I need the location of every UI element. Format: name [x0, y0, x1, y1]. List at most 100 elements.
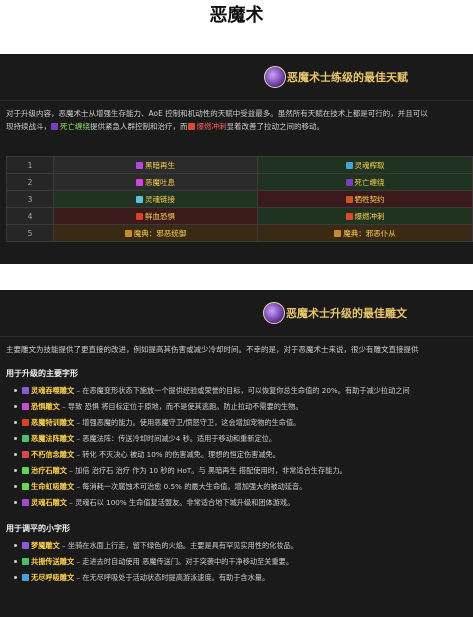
- list-item: 治疗石雕文 – 加倍 治疗石 治疗 作为 10 秒的 HoT。与 黑暗再生 搭配…: [6, 463, 473, 479]
- talents-panel: 恶魔术士练级的最佳天赋 对于升级内容，恶魔术士从增强生存能力、AoE 控制和机动…: [0, 54, 473, 264]
- talent-level: 4: [6, 207, 54, 225]
- talents-intro-line1: 对于升级内容，恶魔术士从增强生存能力、AoE 控制和机动性的天赋中受益最多。虽然…: [6, 109, 428, 118]
- warlock-emblem-icon: [263, 302, 285, 324]
- grimoire-icon: [334, 229, 342, 237]
- glyph-name[interactable]: 无尽呼吸雕文: [31, 573, 74, 582]
- list-item: 共振传送雕文 – 走进去时自动使用 恶魔传送门。对于突袭中的干净移动至关重要。: [6, 554, 473, 570]
- glyph-desc: – 走进去时自动使用 恶魔传送门。对于突袭中的干净移动至关重要。: [74, 557, 294, 566]
- bullet-icon: [14, 437, 17, 440]
- intro-text: 提供紧急人群控制和治疗，而: [90, 122, 188, 131]
- talent-row: 4 鲜血恐惧 爆燃冲刺: [6, 207, 473, 225]
- soul-leech-icon: [345, 161, 353, 169]
- talent-table: 1 黑暗再生 灵魂榨取 2 恶魔吐息 死亡缠绕 3 灵魂链接 牺牲契约 4 鲜血…: [6, 156, 473, 242]
- glyphs-header: 恶魔术士升级的最佳雕文: [0, 290, 473, 337]
- warlock-emblem-icon: [264, 66, 286, 88]
- glyph-icon: [22, 574, 29, 581]
- glyph-name[interactable]: 灵魂吞噬雕文: [31, 386, 74, 395]
- list-item: 梦魇雕文 – 坐骑在水面上行走，留下绿色的火焰。主要是具有罕见实用性的化妆品。: [6, 538, 473, 554]
- talent-row: 2 恶魔吐息 死亡缠绕: [6, 173, 473, 191]
- glyph-icon: [22, 403, 29, 410]
- major-glyphs-heading: 用于升级的主要字形: [6, 369, 78, 378]
- bullet-icon: [14, 389, 17, 392]
- list-item: 恶魔特训雕文 – 增强恶魔的能力。使用恶魔守卫/愤怒守卫，这会增加宠物的生命值。: [6, 415, 473, 431]
- talents-header: 恶魔术士练级的最佳天赋: [0, 54, 473, 101]
- talent-row: 1 黑暗再生 灵魂榨取: [6, 156, 473, 174]
- talent-left[interactable]: 灵魂链接: [53, 190, 258, 208]
- talent-name: 牺牲契约: [354, 194, 385, 204]
- talent-right[interactable]: 牺牲契约: [257, 190, 473, 208]
- mortal-coil-icon: [345, 178, 353, 186]
- glyph-desc: – 在无尽呼吸处于活动状态时提高游泳速度。有助于含水量。: [74, 573, 270, 582]
- glyph-icon: [22, 542, 29, 549]
- glyphs-intro: 主要雕文为技能提供了更直接的改进，例如提高其伤害或减少冷却时间。不幸的是，对于恶…: [6, 345, 419, 354]
- bullet-icon: [14, 485, 17, 488]
- burning-rush-link[interactable]: 爆燃冲刺: [197, 122, 227, 131]
- talent-left[interactable]: 恶魔吐息: [53, 173, 258, 191]
- glyph-name[interactable]: 共振传送雕文: [31, 557, 74, 566]
- dark-regeneration-icon: [136, 161, 143, 169]
- talent-name: 魔典：邪恶仆从: [343, 228, 396, 238]
- list-item: 恐惧雕文 – 导致 恐惧 将目标定位于原地，而不是使其逃跑。防止拉动不需要的生物…: [6, 399, 473, 415]
- glyph-name[interactable]: 生命虹吸雕文: [31, 482, 74, 491]
- talents-intro-line2: 现持续战斗， 死亡缠绕提供紧急人群控制和治疗，而 爆燃冲刺显着改善了拉动之间的移动。: [0, 120, 473, 133]
- talents-title: 恶魔术士练级的最佳天赋: [287, 71, 408, 84]
- glyph-desc: – 在恶魔变形状态下施放一个提供经验或荣誉的目标，可以恢复你总生命值的 20%。…: [74, 386, 410, 395]
- glyphs-title: 恶魔术士升级的最佳雕文: [286, 307, 407, 320]
- talent-right[interactable]: 魔典：邪恶仆从: [257, 224, 473, 242]
- talent-left[interactable]: 魔典：邪恶统御: [53, 224, 258, 242]
- glyph-icon: [22, 419, 29, 426]
- sacrificial-pact-icon: [345, 195, 353, 203]
- glyph-icon: [22, 499, 29, 506]
- bullet-icon: [14, 544, 17, 547]
- bullet-icon: [14, 576, 17, 579]
- talent-left[interactable]: 鲜血恐惧: [53, 207, 258, 225]
- talent-name: 灵魂链接: [145, 194, 175, 204]
- glyph-desc: – 导致 恐惧 将目标定位于原地，而不是使其逃跑。防止拉动不需要的生物。: [59, 402, 303, 411]
- list-item: 灵魂吞噬雕文 – 在恶魔变形状态下施放一个提供经验或荣誉的目标，可以恢复你总生命…: [6, 383, 473, 399]
- talent-right[interactable]: 灵魂榨取: [257, 156, 473, 174]
- glyph-name[interactable]: 不朽信念雕文: [31, 450, 74, 459]
- minor-glyph-list: 梦魇雕文 – 坐骑在水面上行走，留下绿色的火焰。主要是具有罕见实用性的化妆品。 …: [0, 538, 473, 586]
- mortal-coil-icon: [51, 123, 58, 130]
- glyph-name[interactable]: 治疗石雕文: [31, 466, 67, 475]
- glyph-name[interactable]: 梦魇雕文: [31, 541, 60, 550]
- bullet-icon: [14, 453, 17, 456]
- talent-right[interactable]: 死亡缠绕: [257, 173, 473, 191]
- mortal-coil-link[interactable]: 死亡缠绕: [60, 122, 90, 131]
- major-glyph-list: 灵魂吞噬雕文 – 在恶魔变形状态下施放一个提供经验或荣誉的目标，可以恢复你总生命…: [0, 383, 473, 511]
- glyph-name[interactable]: 恶魔特训雕文: [31, 418, 74, 427]
- glyph-desc: – 灵魂石以 100% 生命值复活盟友。非常适合地下城升级和团体游戏。: [66, 498, 295, 507]
- page-title: 恶魔术: [209, 5, 264, 26]
- talent-name: 鲜血恐惧: [145, 211, 175, 221]
- glyph-desc: – 每消耗一次腐蚀术可治愈 0.5% 的最大生命值。增加强大的被动延音。: [74, 482, 307, 491]
- bullet-icon: [14, 405, 17, 408]
- bullet-icon: [14, 501, 17, 504]
- list-item: 恶魔法阵雕文 – 恶魔法阵：传送冷却时间减少4 秒。适用于移动和重新定位。: [6, 431, 473, 447]
- talent-level: 1: [6, 156, 54, 174]
- glyph-icon: [22, 467, 29, 474]
- talent-name: 爆燃冲刺: [354, 211, 385, 221]
- glyph-desc: – 加倍 治疗石 治疗 作为 10 秒的 HoT。与 黑暗再生 搭配使用时，非常…: [66, 466, 347, 475]
- glyph-icon: [22, 558, 29, 565]
- glyph-name[interactable]: 灵魂石雕文: [31, 498, 67, 507]
- howl-of-terror-icon: [136, 178, 143, 186]
- glyph-icon: [22, 435, 29, 442]
- talent-name: 魔典：邪恶统御: [133, 228, 187, 238]
- list-item: 不朽信念雕文 – 转化 不灭决心 被动 10% 的伤害减免。理想的恒定伤害减免。: [6, 447, 473, 463]
- grimoire-icon: [124, 229, 132, 237]
- glyph-name[interactable]: 恐惧雕文: [31, 402, 60, 411]
- talent-left[interactable]: 黑暗再生: [53, 156, 258, 174]
- list-item: 灵魂石雕文 – 灵魂石以 100% 生命值复活盟友。非常适合地下城升级和团体游戏…: [6, 495, 473, 511]
- talent-name: 死亡缠绕: [354, 177, 385, 187]
- glyph-icon: [22, 387, 29, 394]
- glyph-name[interactable]: 恶魔法阵雕文: [31, 434, 74, 443]
- talent-right[interactable]: 爆燃冲刺: [257, 207, 473, 225]
- glyph-desc: – 转化 不灭决心 被动 10% 的伤害减免。理想的恒定伤害减免。: [74, 450, 280, 459]
- talent-level: 3: [6, 190, 54, 208]
- glyphs-panel: 恶魔术士升级的最佳雕文 主要雕文为技能提供了更直接的改进，例如提高其伤害或减少冷…: [0, 290, 473, 617]
- bullet-icon: [14, 421, 17, 424]
- talent-level: 2: [6, 173, 54, 191]
- list-item: 无尽呼吸雕文 – 在无尽呼吸处于活动状态时提高游泳速度。有助于含水量。: [6, 570, 473, 586]
- list-item: 生命虹吸雕文 – 每消耗一次腐蚀术可治愈 0.5% 的最大生命值。增加强大的被动…: [6, 479, 473, 495]
- burning-rush-icon: [345, 212, 353, 220]
